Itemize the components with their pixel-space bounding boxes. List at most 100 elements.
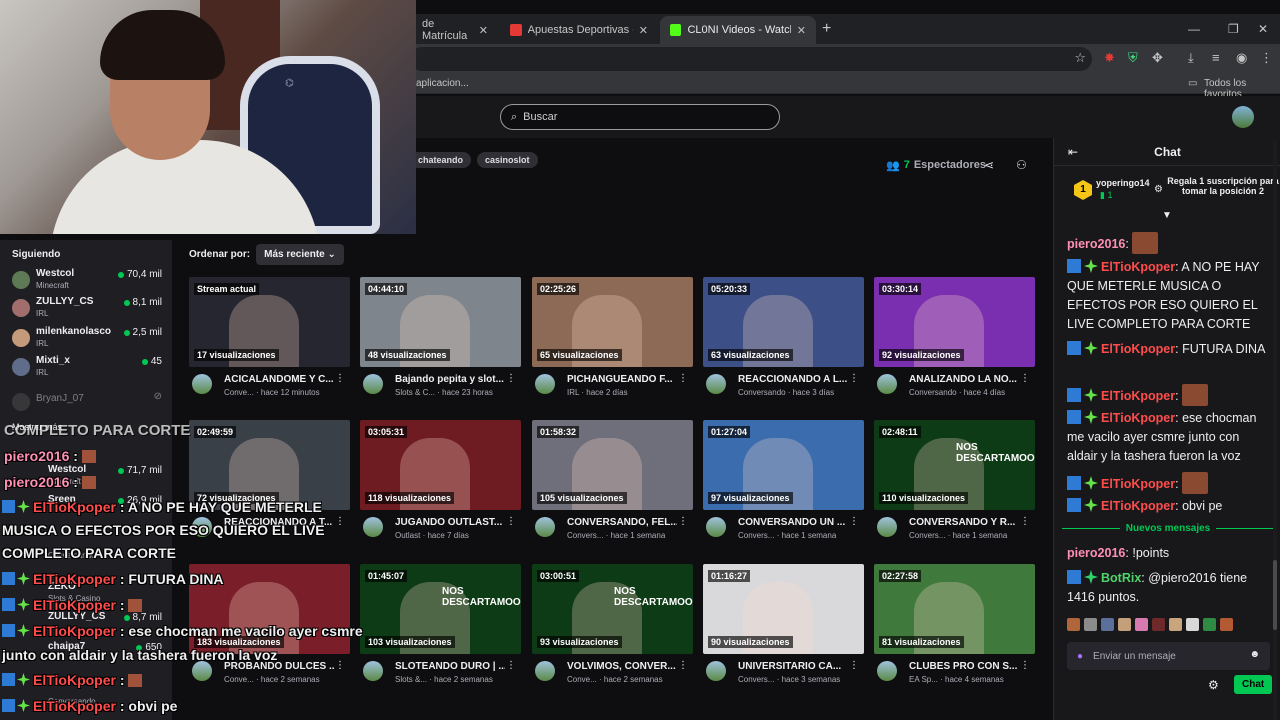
video-category[interactable]: Conve...	[224, 675, 254, 684]
channel-avatar[interactable]	[192, 661, 212, 681]
channel-avatar[interactable]	[706, 661, 726, 681]
extension-icon[interactable]: ✸	[1104, 50, 1115, 66]
video-title[interactable]: ACICALANDOME Y C...	[224, 374, 334, 385]
video-category[interactable]: Conve...	[567, 675, 597, 684]
sidebar-item-milenkanolasco[interactable]: milenkanolasco IRL 2,5 mil	[12, 326, 162, 352]
video-title[interactable]: CONVERSANDO, FEL...	[567, 517, 677, 528]
close-window-icon[interactable]: ✕	[1258, 22, 1268, 36]
tag-chateando[interactable]: chateando	[410, 152, 472, 168]
video-thumbnail[interactable]: 01:27:04 97 visualizaciones	[703, 420, 864, 510]
more-options-icon[interactable]: ⋮	[335, 373, 345, 384]
channel-avatar[interactable]	[706, 517, 726, 537]
more-options-icon[interactable]: ⋮	[335, 516, 345, 527]
channel-avatar[interactable]	[535, 374, 555, 394]
channel-avatar[interactable]	[363, 517, 383, 537]
emote-icon[interactable]	[1135, 618, 1148, 631]
new-messages-divider[interactable]: Nuevos mensajes	[1062, 523, 1274, 534]
video-title[interactable]: PICHANGUEANDO F...	[567, 374, 677, 385]
bookmark-item[interactable]: aplicacion...	[416, 78, 469, 89]
channel-avatar[interactable]	[363, 374, 383, 394]
video-title[interactable]: UNIVERSITARIO CA...	[738, 661, 848, 672]
chat-user[interactable]: ElTioKpoper	[1101, 411, 1175, 425]
browser-tab-2[interactable]: Apuestas Deportivas - Casa de ✕	[500, 16, 658, 44]
sidebar-item-mixti[interactable]: Mixti_x IRL 45	[12, 355, 162, 381]
more-options-icon[interactable]: ⋮	[849, 660, 859, 671]
video-category[interactable]: Conversando	[909, 388, 957, 397]
follow-user-icon[interactable]: ⚇	[1016, 158, 1027, 172]
menu-icon[interactable]: ⋮	[1260, 50, 1273, 66]
scrollbar-thumb[interactable]	[1273, 560, 1277, 630]
video-title[interactable]: CONVERSANDO UN ...	[738, 517, 848, 528]
video-category[interactable]: Slots & C...	[395, 388, 435, 397]
chat-send-button[interactable]: Chat	[1234, 675, 1273, 694]
video-title[interactable]: CONVERSANDO Y R...	[909, 517, 1019, 528]
close-icon[interactable]: ✕	[479, 24, 488, 37]
user-avatar[interactable]	[1232, 106, 1254, 128]
profile-icon[interactable]: ◉	[1236, 50, 1247, 66]
chat-user[interactable]: piero2016	[1067, 546, 1125, 560]
close-icon[interactable]: ✕	[639, 24, 648, 37]
sidebar-item-zullyy[interactable]: ZULLYY_CS IRL 8,1 mil	[12, 296, 162, 322]
video-thumbnail[interactable]: 05:20:33 63 visualizaciones	[703, 277, 864, 367]
video-thumbnail[interactable]: 03:05:31 118 visualizaciones	[360, 420, 521, 510]
video-thumbnail[interactable]: 01:16:27 90 visualizaciones	[703, 564, 864, 654]
channel-avatar[interactable]	[877, 661, 897, 681]
video-thumbnail[interactable]: NOS DESCARTAMOOS!! 03:00:51 93 visualizaci…	[532, 564, 693, 654]
video-category[interactable]: Conversando	[738, 388, 786, 397]
sidebar-item-bryanj[interactable]: BryanJ_07 ⊘	[12, 390, 162, 416]
share-icon[interactable]: ⋖	[984, 158, 994, 172]
close-icon[interactable]: ✕	[797, 24, 806, 37]
more-options-icon[interactable]: ⋮	[849, 516, 859, 527]
search-input[interactable]: ⌕ Buscar	[500, 104, 780, 130]
minimize-icon[interactable]: —	[1188, 22, 1200, 36]
chat-user[interactable]: ElTioKpoper	[1101, 499, 1175, 513]
video-category[interactable]: Slots &...	[395, 675, 427, 684]
sort-dropdown[interactable]: Más reciente ⌄	[256, 244, 344, 265]
emote-icon[interactable]	[1101, 618, 1114, 631]
video-thumbnail[interactable]: 02:27:58 81 visualizaciones	[874, 564, 1035, 654]
channel-avatar[interactable]	[535, 661, 555, 681]
video-category[interactable]: Convers...	[909, 531, 945, 540]
sidebar-item-westcol[interactable]: Westcol Minecraft 70,4 mil	[12, 268, 162, 294]
video-title[interactable]: SLOTEANDO DURO | ...	[395, 661, 505, 672]
chat-input[interactable]: ● Enviar un mensaje ☻	[1067, 642, 1270, 670]
emote-icon[interactable]	[1152, 618, 1165, 631]
chat-user[interactable]: ElTioKpoper	[1101, 477, 1175, 491]
video-category[interactable]: EA Sp...	[909, 675, 938, 684]
channel-avatar[interactable]	[535, 517, 555, 537]
video-thumbnail[interactable]: NOS DESCARTAMOOS!! 02:48:11 110 visualizac…	[874, 420, 1035, 510]
video-thumbnail[interactable]: 01:58:32 105 visualizaciones	[532, 420, 693, 510]
channel-avatar[interactable]	[363, 661, 383, 681]
chat-user[interactable]: ElTioKpoper	[1101, 389, 1175, 403]
emote-icon[interactable]	[1203, 618, 1216, 631]
more-options-icon[interactable]: ⋮	[335, 660, 345, 671]
video-category[interactable]: IRL	[567, 388, 579, 397]
video-category[interactable]: Outlast	[395, 531, 420, 540]
channel-avatar[interactable]	[877, 517, 897, 537]
video-thumbnail[interactable]: Stream actual 17 visualizaciones	[189, 277, 350, 367]
emote-icon[interactable]	[1084, 618, 1097, 631]
video-title[interactable]: ANALIZANDO LA NO...	[909, 374, 1019, 385]
more-options-icon[interactable]: ⋮	[506, 516, 516, 527]
url-input[interactable]: ☆	[410, 47, 1092, 71]
chat-user[interactable]: BotRix	[1101, 571, 1141, 585]
page-scrollbar[interactable]	[1273, 140, 1277, 720]
emoji-icon[interactable]: ☻	[1249, 649, 1260, 660]
more-options-icon[interactable]: ⋮	[1020, 516, 1030, 527]
chat-user[interactable]: piero2016	[1067, 237, 1125, 251]
media-icon[interactable]: ≡	[1212, 50, 1220, 65]
video-title[interactable]: Bajando pepita y slot...	[395, 374, 505, 385]
more-options-icon[interactable]: ⋮	[678, 373, 688, 384]
gift-cta[interactable]: Regala 1 suscripción para tomar la posic…	[1166, 176, 1280, 196]
video-category[interactable]: Convers...	[738, 531, 774, 540]
video-thumbnail[interactable]: NOS DESCARTAMOOS!! 01:45:07 103 visualizac…	[360, 564, 521, 654]
emote-icon[interactable]	[1118, 618, 1131, 631]
video-title[interactable]: CLUBES PRO CON S...	[909, 661, 1019, 672]
emote-icon[interactable]	[1067, 618, 1080, 631]
video-title[interactable]: JUGANDO OUTLAST...	[395, 517, 505, 528]
scroll-down-icon[interactable]: ▼	[1162, 210, 1172, 221]
pinned-user[interactable]: yoperingo14	[1096, 178, 1150, 188]
more-options-icon[interactable]: ⋮	[506, 660, 516, 671]
video-title[interactable]: REACCIONANDO A L...	[738, 374, 848, 385]
video-thumbnail[interactable]: 04:44:10 48 visualizaciones	[360, 277, 521, 367]
